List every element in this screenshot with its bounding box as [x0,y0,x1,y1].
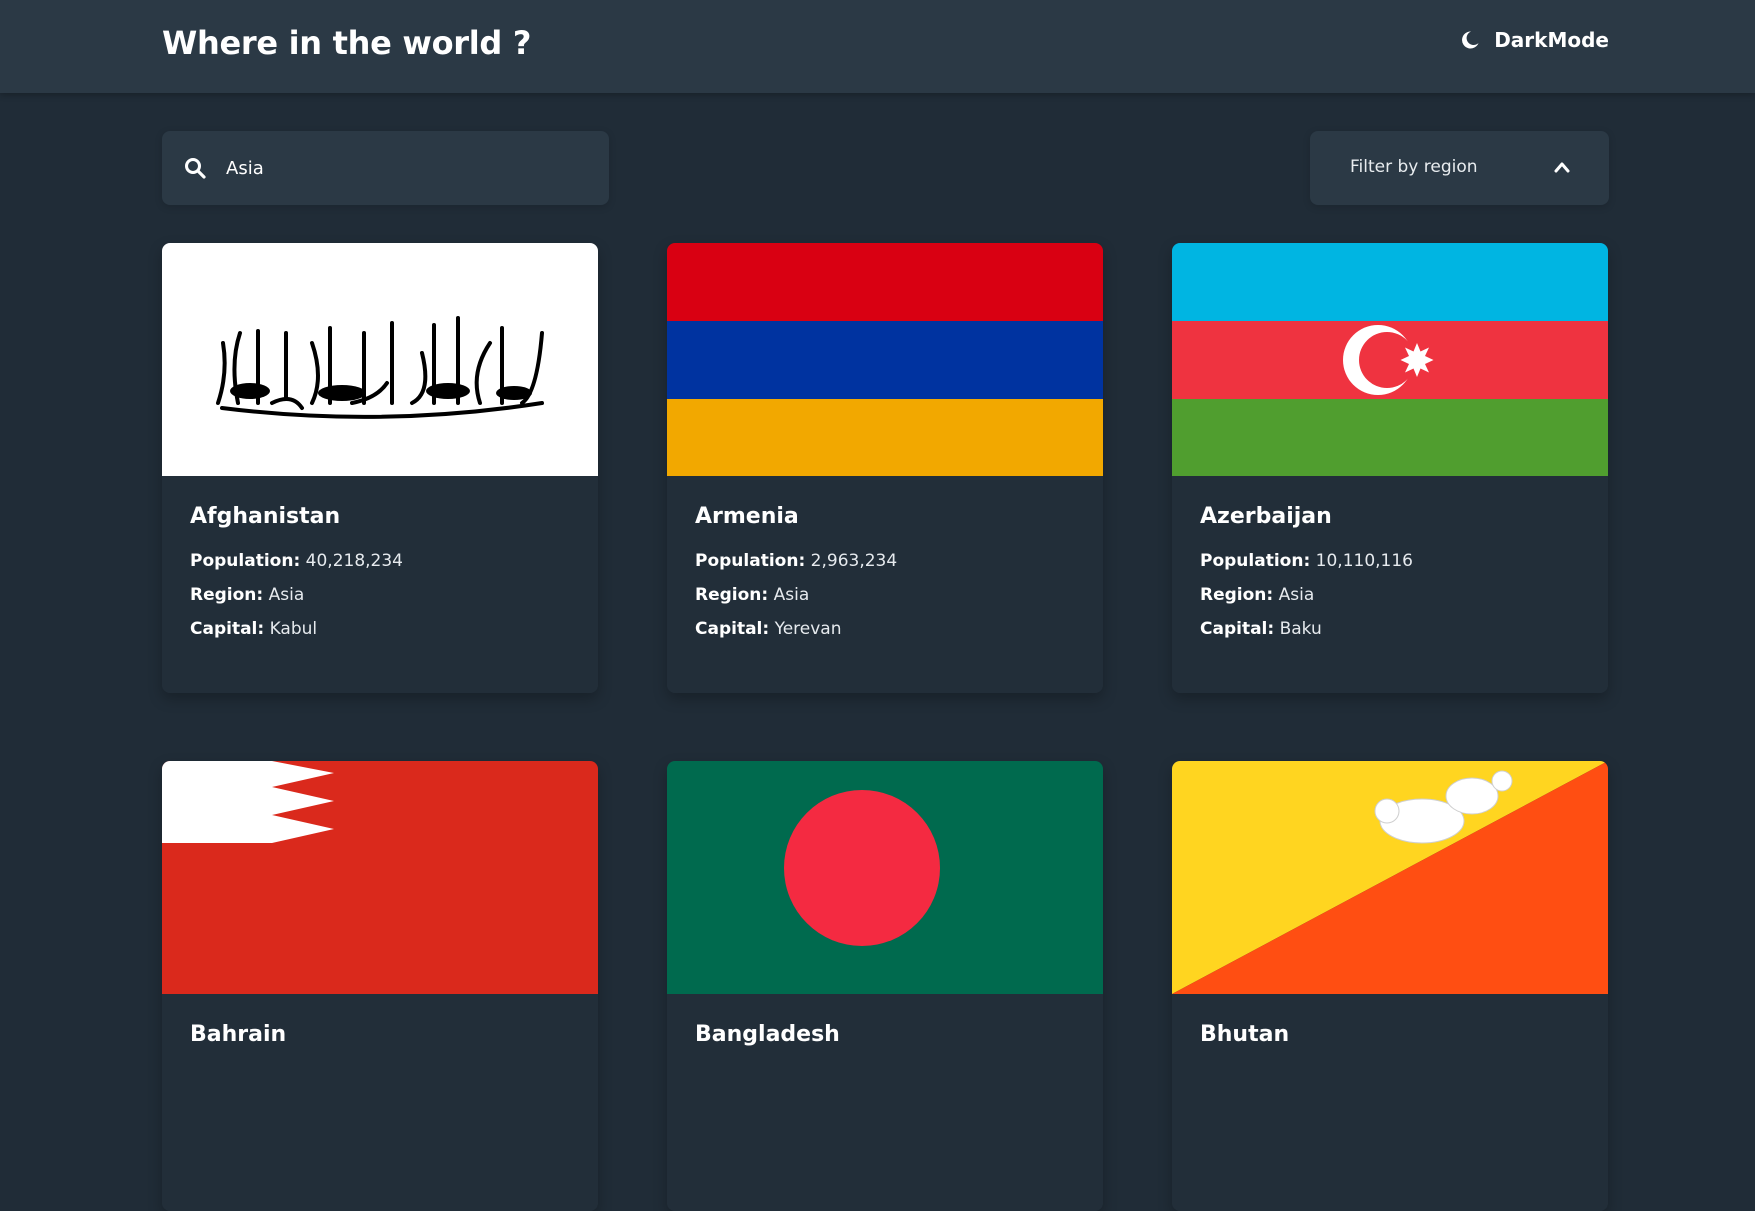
country-name: Bangladesh [695,1022,840,1047]
country-card-armenia[interactable]: Armenia Population: 2,963,234 Region: As… [667,243,1103,693]
country-name: Afghanistan [190,504,341,529]
flag-azerbaijan [1172,243,1608,476]
region-value: Asia [1278,585,1315,605]
population-row: Population: 40,218,234 [190,551,570,571]
region-filter-dropdown[interactable]: Filter by region [1310,131,1609,205]
population-row: Population: 2,963,234 [695,551,1075,571]
dark-mode-toggle[interactable]: DarkMode [1460,28,1609,52]
capital-label: Capital: [695,619,770,639]
country-card-bangladesh[interactable]: Bangladesh [667,761,1103,1211]
moon-icon [1462,31,1479,49]
population-value: 10,110,116 [1315,551,1413,571]
search-icon [185,158,206,179]
country-card-azerbaijan[interactable]: Azerbaijan Population: 10,110,116 Region… [1172,243,1608,693]
region-value: Asia [268,585,305,605]
site-title: Where in the world ? [162,24,532,62]
population-value: 2,963,234 [810,551,898,571]
capital-row: Capital: Baku [1200,619,1580,639]
capital-value: Baku [1279,619,1322,639]
flag-afghanistan [162,243,598,476]
population-value: 40,218,234 [305,551,403,571]
region-value: Asia [773,585,810,605]
site-header: Where in the world ? DarkMode [0,0,1755,93]
country-name: Bhutan [1200,1022,1290,1047]
chevron-up-icon [1554,162,1570,173]
population-label: Population: [190,551,301,571]
region-label: Region: [695,585,769,605]
capital-label: Capital: [1200,619,1275,639]
country-card-bhutan[interactable]: Bhutan [1172,761,1608,1211]
region-row: Region: Asia [190,585,570,605]
region-row: Region: Asia [695,585,1075,605]
capital-label: Capital: [190,619,265,639]
search-box [162,131,609,205]
country-name: Azerbaijan [1200,504,1332,529]
country-name: Bahrain [190,1022,287,1047]
population-label: Population: [1200,551,1311,571]
region-row: Region: Asia [1200,585,1580,605]
country-name: Armenia [695,504,799,529]
region-label: Region: [190,585,264,605]
population-row: Population: 10,110,116 [1200,551,1580,571]
capital-row: Capital: Yerevan [695,619,1075,639]
country-card-bahrain[interactable]: Bahrain [162,761,598,1211]
population-label: Population: [695,551,806,571]
capital-value: Yerevan [774,619,842,639]
flag-bahrain [162,761,598,994]
capital-value: Kabul [269,619,318,639]
flag-armenia [667,243,1103,476]
region-label: Region: [1200,585,1274,605]
country-card-afghanistan[interactable]: Afghanistan Population: 40,218,234 Regio… [162,243,598,693]
region-filter-label: Filter by region [1350,157,1478,177]
capital-row: Capital: Kabul [190,619,570,639]
flag-bhutan [1172,761,1608,994]
search-input[interactable] [226,131,596,205]
flag-bangladesh [667,761,1103,994]
dark-mode-label: DarkMode [1494,28,1609,52]
